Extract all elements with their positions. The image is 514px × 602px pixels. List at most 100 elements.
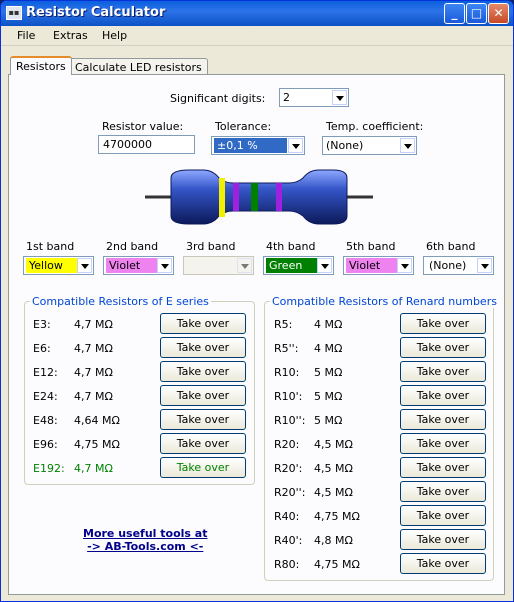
temp-coeff-label: Temp. coefficient: [326, 120, 424, 133]
band-6-label: 6th band [426, 240, 476, 253]
close-button[interactable]: ✕ [488, 3, 509, 24]
resistor-graphic [145, 169, 373, 225]
band-2-value: Violet [106, 258, 158, 273]
sig-digits-select[interactable]: 2 [279, 88, 349, 107]
e-series-name: E12: [33, 366, 58, 379]
chevron-down-icon [157, 258, 172, 273]
renard-series-value: 4,5 MΩ [314, 462, 353, 475]
take-over-button[interactable]: Take over [400, 505, 486, 526]
title-bar[interactable]: ▪▪ Resistor Calculator _ □ ✕ [1, 1, 513, 26]
e-series-name: E192: [33, 462, 65, 475]
renard-series-name: R10': [274, 390, 303, 403]
renard-series-name: R40': [274, 534, 303, 547]
band-2-select[interactable]: Violet [103, 256, 174, 275]
take-over-button[interactable]: Take over [400, 481, 486, 502]
e-series-value: 4,7 MΩ [74, 462, 113, 475]
e-series-title: Compatible Resistors of E series [30, 295, 211, 308]
chevron-down-icon [288, 138, 303, 153]
take-over-button[interactable]: Take over [160, 361, 246, 382]
take-over-button[interactable]: Take over [160, 457, 246, 478]
band-6-select[interactable]: (None) [423, 256, 494, 275]
band-5-label: 5th band [346, 240, 396, 253]
e-series-value: 4,75 MΩ [74, 438, 120, 451]
band-6-value: (None) [429, 259, 467, 272]
resistor-band-1 [219, 178, 225, 217]
e-series-name: E48: [33, 414, 58, 427]
take-over-button[interactable]: Take over [400, 409, 486, 430]
resistor-band-2 [233, 183, 239, 211]
take-over-button[interactable]: Take over [400, 529, 486, 550]
band-3-value [186, 258, 238, 273]
e-series-value: 4,64 MΩ [74, 414, 120, 427]
app-icon: ▪▪ [6, 6, 22, 20]
renard-series-value: 5 MΩ [314, 414, 343, 427]
ab-tools-link[interactable]: More useful tools at -> AB-Tools.com <- [83, 527, 207, 553]
band-5-select[interactable]: Violet [343, 256, 414, 275]
tab-resistors[interactable]: Resistors [10, 56, 72, 75]
window-title: Resistor Calculator [26, 5, 166, 20]
chevron-down-icon [332, 90, 347, 105]
band-1-select[interactable]: Yellow [23, 256, 94, 275]
resistor-band-4 [251, 183, 258, 211]
take-over-button[interactable]: Take over [400, 457, 486, 478]
e-series-name: E3: [33, 318, 51, 331]
e-series-value: 4,7 MΩ [74, 390, 113, 403]
take-over-button[interactable]: Take over [400, 553, 486, 574]
chevron-down-icon [317, 258, 332, 273]
resistor-value-input[interactable]: 4700000 [98, 135, 195, 154]
e-series-value: 4,7 MΩ [74, 318, 113, 331]
take-over-button[interactable]: Take over [400, 313, 486, 334]
take-over-button[interactable]: Take over [400, 337, 486, 358]
renard-series-name: R20'': [274, 486, 306, 499]
renard-series-name: R10'': [274, 414, 306, 427]
band-4-select[interactable]: Green [263, 256, 334, 275]
renard-series-value: 4 MΩ [314, 342, 343, 355]
e-series-name: E6: [33, 342, 51, 355]
link-line-2[interactable]: -> AB-Tools.com <- [83, 540, 207, 553]
band-3-label: 3rd band [186, 240, 236, 253]
link-line-1[interactable]: More useful tools at [83, 527, 207, 540]
menu-bar: File Extras Help [1, 26, 513, 46]
menu-help[interactable]: Help [102, 29, 127, 42]
band-1-label: 1st band [26, 240, 75, 253]
renard-series-value: 5 MΩ [314, 366, 343, 379]
renard-series-value: 4,8 MΩ [314, 534, 353, 547]
take-over-button[interactable]: Take over [400, 385, 486, 406]
band-3-select[interactable] [183, 256, 254, 275]
take-over-button[interactable]: Take over [160, 409, 246, 430]
e-series-value: 4,7 MΩ [74, 342, 113, 355]
chevron-down-icon [77, 258, 92, 273]
renard-series-name: R20: [274, 438, 300, 451]
chevron-down-icon [237, 258, 252, 273]
band-2-label: 2nd band [106, 240, 159, 253]
minimize-button[interactable]: _ [444, 3, 465, 24]
renard-series-value: 4,75 MΩ [314, 558, 360, 571]
renard-series-name: R5: [274, 318, 293, 331]
renard-series-value: 4,75 MΩ [314, 510, 360, 523]
band-4-value: Green [266, 258, 318, 273]
take-over-button[interactable]: Take over [160, 337, 246, 358]
take-over-button[interactable]: Take over [160, 313, 246, 334]
chevron-down-icon [477, 258, 492, 273]
maximize-button[interactable]: □ [466, 3, 487, 24]
renard-series-name: R5'': [274, 342, 299, 355]
take-over-button[interactable]: Take over [400, 361, 486, 382]
temp-coeff-select[interactable]: (None) [322, 136, 417, 155]
chevron-down-icon [400, 138, 415, 153]
e-series-value: 4,7 MΩ [74, 366, 113, 379]
take-over-button[interactable]: Take over [400, 433, 486, 454]
resistor-value-label: Resistor value: [102, 120, 184, 133]
menu-file[interactable]: File [17, 29, 35, 42]
chevron-down-icon [397, 258, 412, 273]
app-window: ▪▪ Resistor Calculator _ □ ✕ File Extras… [0, 0, 514, 602]
tolerance-select[interactable]: ±0,1 % [211, 136, 305, 155]
band-4-label: 4th band [266, 240, 316, 253]
take-over-button[interactable]: Take over [160, 385, 246, 406]
e-series-name: E96: [33, 438, 58, 451]
take-over-button[interactable]: Take over [160, 433, 246, 454]
renard-series-name: R80: [274, 558, 300, 571]
menu-extras[interactable]: Extras [53, 29, 88, 42]
renard-series-name: R40: [274, 510, 300, 523]
band-1-value: Yellow [26, 258, 78, 273]
renard-series-name: R10: [274, 366, 300, 379]
